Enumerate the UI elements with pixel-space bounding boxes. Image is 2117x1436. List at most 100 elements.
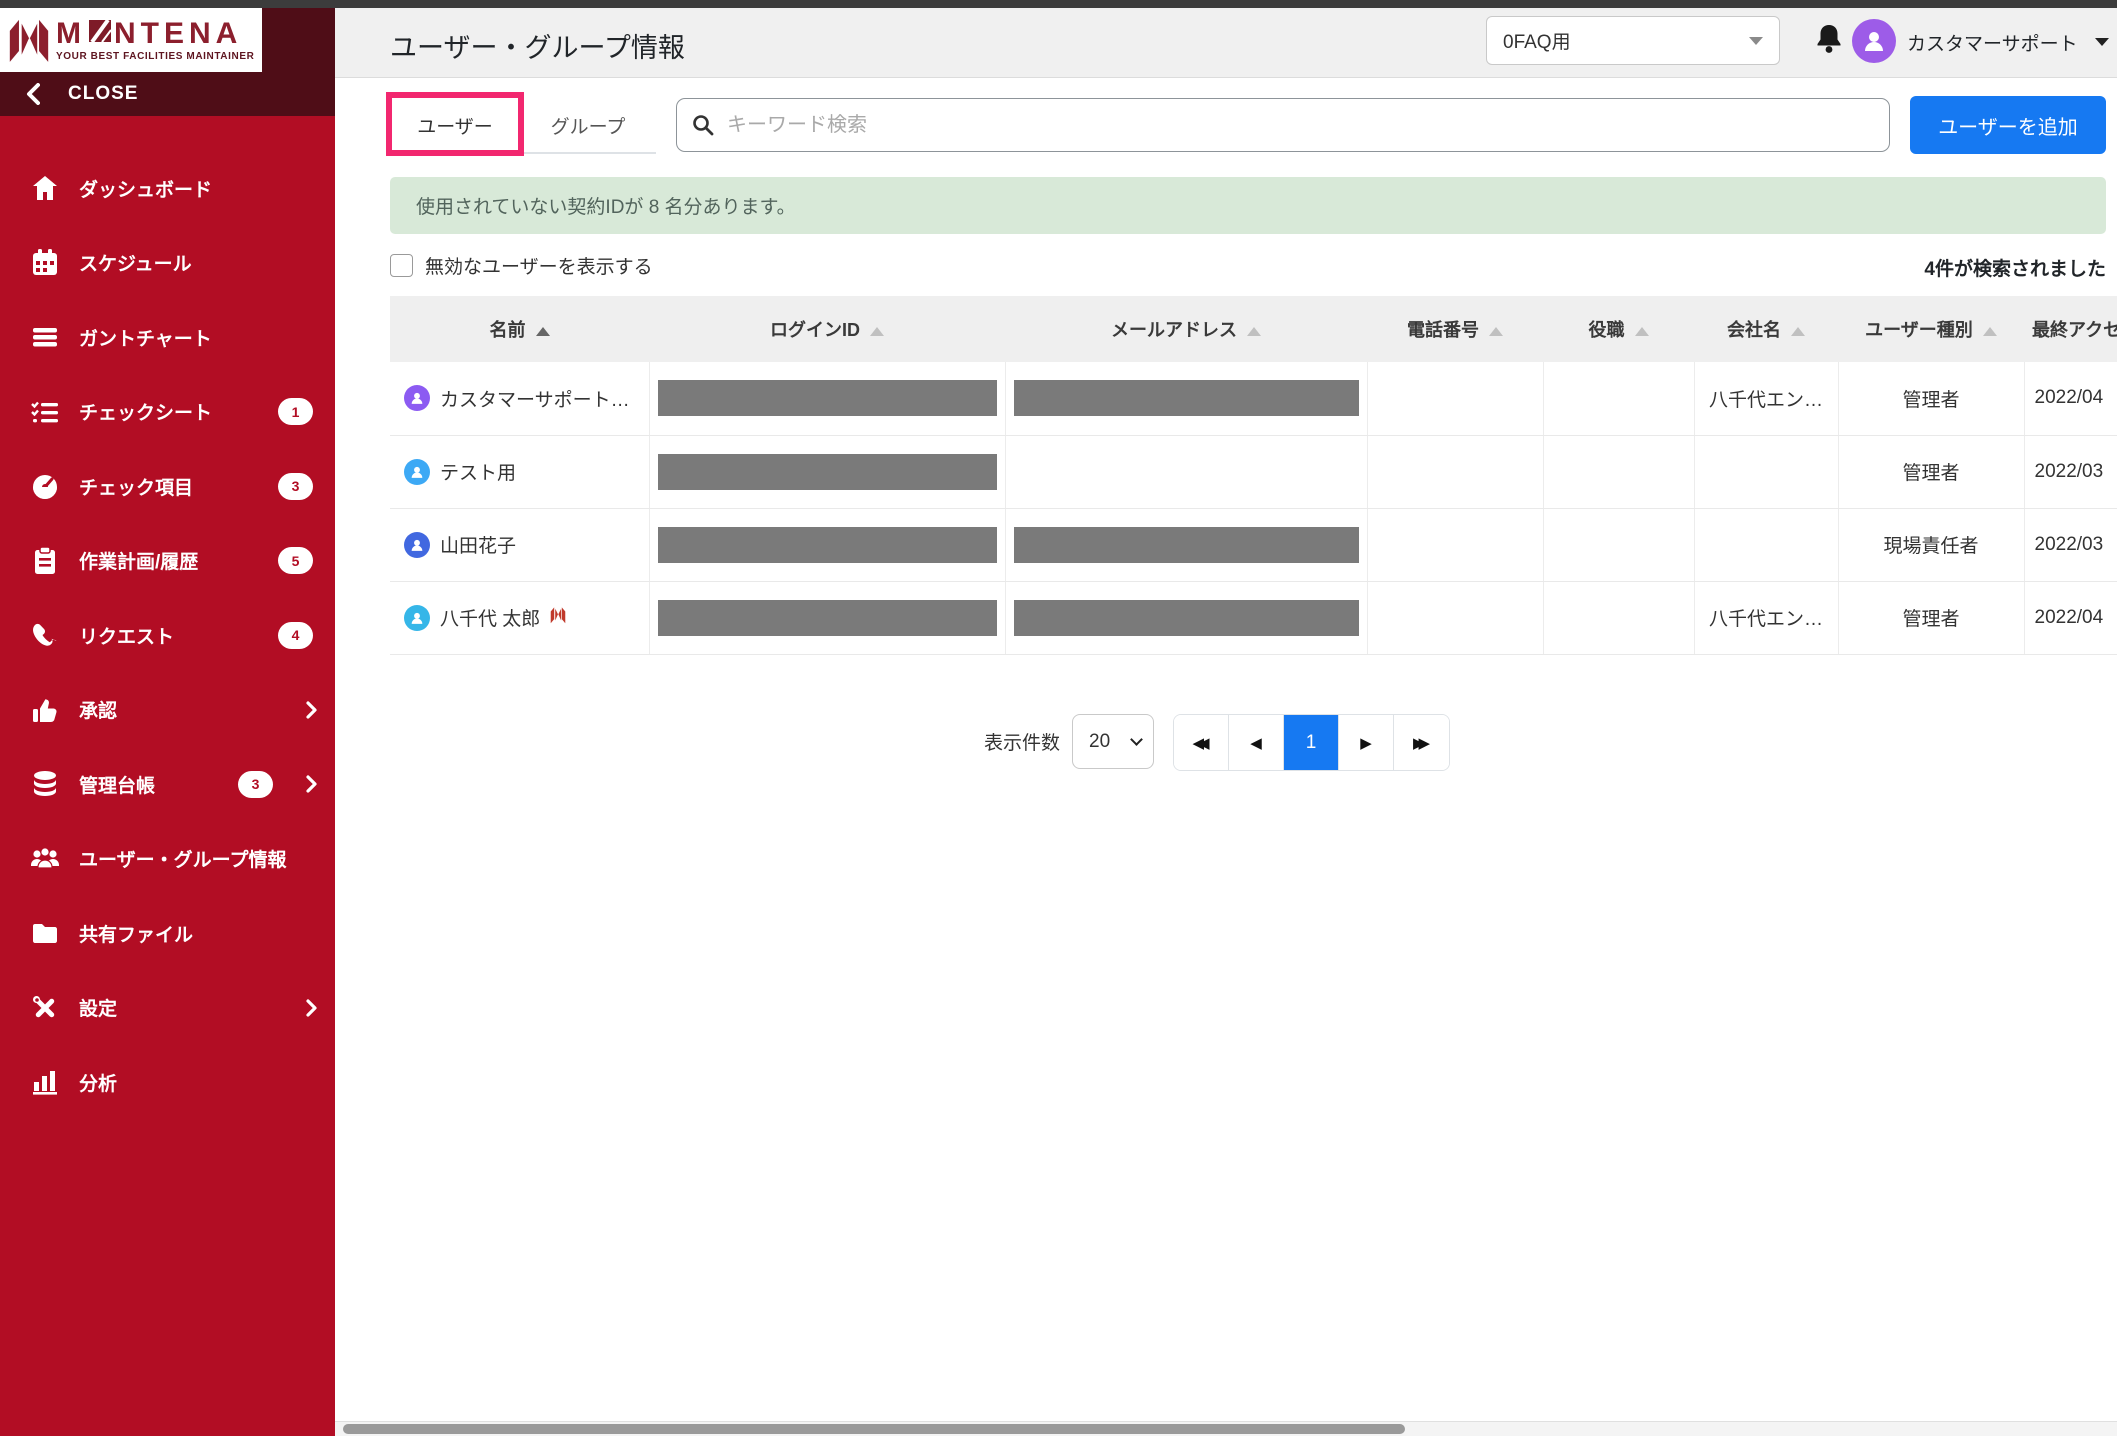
sidebar-item-approval[interactable]: 承認 bbox=[0, 673, 335, 748]
add-user-button[interactable]: ユーザーを追加 bbox=[1910, 96, 2106, 154]
next-page-icon: ▶ bbox=[1360, 734, 1372, 752]
page-size-select[interactable]: 20 bbox=[1072, 714, 1154, 769]
bar-chart-icon bbox=[28, 1067, 62, 1097]
column-header-user-type[interactable]: ユーザー種別 bbox=[1838, 296, 2024, 362]
checklist-icon bbox=[28, 397, 62, 427]
user-avatar-icon bbox=[404, 385, 430, 411]
user-avatar-icon bbox=[404, 459, 430, 485]
user-menu[interactable]: カスタマーサポート bbox=[1907, 29, 2078, 56]
logo-area: MNTENA YOUR BEST FACILITIES MAINTAINER bbox=[0, 8, 335, 72]
montena-mark-icon bbox=[548, 606, 568, 630]
redacted-email bbox=[1014, 527, 1359, 563]
sidebar-close-button[interactable]: CLOSE bbox=[0, 72, 335, 116]
app-window: MNTENA YOUR BEST FACILITIES MAINTAINER C… bbox=[0, 0, 2117, 1436]
sidebar-item-users-groups[interactable]: ユーザー・グループ情報 bbox=[0, 822, 335, 897]
thumbs-up-icon bbox=[28, 695, 62, 725]
tools-icon bbox=[28, 993, 62, 1023]
redacted-email bbox=[1014, 380, 1359, 416]
sidebar-item-shared-files[interactable]: 共有ファイル bbox=[0, 896, 335, 971]
scrollbar-thumb[interactable] bbox=[343, 1424, 1405, 1434]
last-page-button[interactable]: ▶▶ bbox=[1394, 715, 1449, 770]
phone-icon bbox=[28, 620, 62, 650]
gantt-bars-icon bbox=[28, 322, 62, 352]
table-row[interactable]: 山田花子 現場責任者 2022/03 bbox=[390, 508, 2117, 581]
column-header-phone[interactable]: 電話番号 bbox=[1367, 296, 1543, 362]
sort-asc-icon bbox=[870, 327, 884, 336]
column-header-last-access[interactable]: 最終アクセス bbox=[2024, 296, 2117, 362]
table-header-row: 名前 ログインID メールアドレス 電話番号 役職 会社名 ユーザー種別 最終ア… bbox=[390, 296, 2117, 362]
redacted-login-id bbox=[658, 380, 997, 416]
chevron-down-icon bbox=[1130, 733, 1143, 746]
sort-asc-icon bbox=[1247, 327, 1261, 336]
notifications-button[interactable] bbox=[1813, 22, 1845, 63]
tab-users[interactable]: ユーザー bbox=[390, 98, 520, 152]
table-row[interactable]: 八千代 太郎 八千代エン… 管理者 2022/04 bbox=[390, 581, 2117, 654]
redacted-login-id bbox=[658, 454, 997, 490]
caret-down-icon bbox=[1749, 37, 1763, 45]
badge: 5 bbox=[278, 547, 313, 574]
user-avatar[interactable] bbox=[1852, 19, 1896, 63]
badge: 1 bbox=[278, 398, 313, 425]
badge: 4 bbox=[278, 622, 313, 649]
last-page-icon: ▶▶ bbox=[1413, 734, 1424, 752]
pagination: ◀◀ ◀ 1 ▶ ▶▶ bbox=[1173, 714, 1450, 771]
database-icon bbox=[28, 769, 62, 799]
sidebar-item-dashboard[interactable]: ダッシュボード bbox=[0, 151, 335, 226]
person-icon bbox=[1859, 26, 1889, 56]
current-page-button[interactable]: 1 bbox=[1284, 715, 1339, 770]
window-top-strip bbox=[0, 0, 2117, 8]
caret-down-icon[interactable] bbox=[2095, 38, 2109, 46]
checkbox-unchecked[interactable] bbox=[390, 254, 413, 277]
sidebar-item-schedule[interactable]: スケジュール bbox=[0, 226, 335, 301]
horizontal-scrollbar[interactable] bbox=[335, 1421, 2117, 1436]
column-header-position[interactable]: 役職 bbox=[1543, 296, 1694, 362]
workspace-select[interactable]: 0FAQ用 bbox=[1486, 16, 1780, 65]
brand-name: MNTENA bbox=[56, 19, 254, 49]
sidebar: MNTENA YOUR BEST FACILITIES MAINTAINER C… bbox=[0, 8, 335, 1436]
sidebar-item-gantt[interactable]: ガントチャート bbox=[0, 300, 335, 375]
chevron-right-icon bbox=[306, 999, 317, 1017]
chevron-right-icon bbox=[306, 701, 317, 719]
sidebar-item-ledger[interactable]: 管理台帳 3 bbox=[0, 747, 335, 822]
logo-tagline: YOUR BEST FACILITIES MAINTAINER bbox=[56, 51, 254, 62]
home-icon bbox=[28, 173, 62, 203]
prev-page-button[interactable]: ◀ bbox=[1229, 715, 1284, 770]
search-result-count: 4件が検索されました bbox=[1606, 254, 2106, 281]
chevron-left-icon bbox=[26, 83, 40, 105]
sidebar-item-settings[interactable]: 設定 bbox=[0, 971, 335, 1046]
show-inactive-users-toggle[interactable]: 無効なユーザーを表示する bbox=[390, 252, 653, 279]
table-row[interactable]: カスタマーサポート… 八千代エン… 管理者 2022/04 bbox=[390, 362, 2117, 435]
tab-groups[interactable]: グループ bbox=[520, 98, 656, 152]
table-row[interactable]: テスト用 管理者 2022/03 bbox=[390, 435, 2117, 508]
sidebar-item-analytics[interactable]: 分析 bbox=[0, 1045, 335, 1120]
montena-m-icon bbox=[8, 16, 50, 64]
calendar-icon bbox=[28, 248, 62, 278]
page-title: ユーザー・グループ情報 bbox=[390, 26, 685, 65]
badge: 3 bbox=[238, 771, 273, 798]
tabs-underline bbox=[390, 152, 656, 154]
sidebar-item-request[interactable]: リクエスト 4 bbox=[0, 598, 335, 673]
sort-asc-icon bbox=[1791, 327, 1805, 336]
column-header-login-id[interactable]: ログインID bbox=[649, 296, 1005, 362]
search-input[interactable] bbox=[727, 114, 1875, 137]
column-header-company[interactable]: 会社名 bbox=[1694, 296, 1838, 362]
sidebar-item-checkitems[interactable]: チェック項目 3 bbox=[0, 449, 335, 524]
user-avatar-icon bbox=[404, 605, 430, 631]
redacted-login-id bbox=[658, 600, 997, 636]
logo-o-icon bbox=[88, 19, 112, 49]
sort-asc-icon bbox=[1635, 327, 1649, 336]
first-page-button[interactable]: ◀◀ bbox=[1174, 715, 1229, 770]
keyword-search[interactable] bbox=[676, 98, 1890, 152]
first-page-icon: ◀◀ bbox=[1192, 734, 1203, 752]
users-icon bbox=[28, 844, 62, 874]
search-icon bbox=[691, 113, 715, 137]
sort-asc-icon bbox=[1983, 327, 1997, 336]
user-avatar-icon bbox=[404, 532, 430, 558]
column-header-email[interactable]: メールアドレス bbox=[1005, 296, 1367, 362]
sidebar-item-checksheet[interactable]: チェックシート 1 bbox=[0, 375, 335, 450]
next-page-button[interactable]: ▶ bbox=[1339, 715, 1394, 770]
folder-icon bbox=[28, 918, 62, 948]
column-header-name[interactable]: 名前 bbox=[390, 296, 649, 362]
sidebar-item-workplan[interactable]: 作業計画/履歴 5 bbox=[0, 524, 335, 599]
logo[interactable]: MNTENA YOUR BEST FACILITIES MAINTAINER bbox=[0, 8, 262, 72]
